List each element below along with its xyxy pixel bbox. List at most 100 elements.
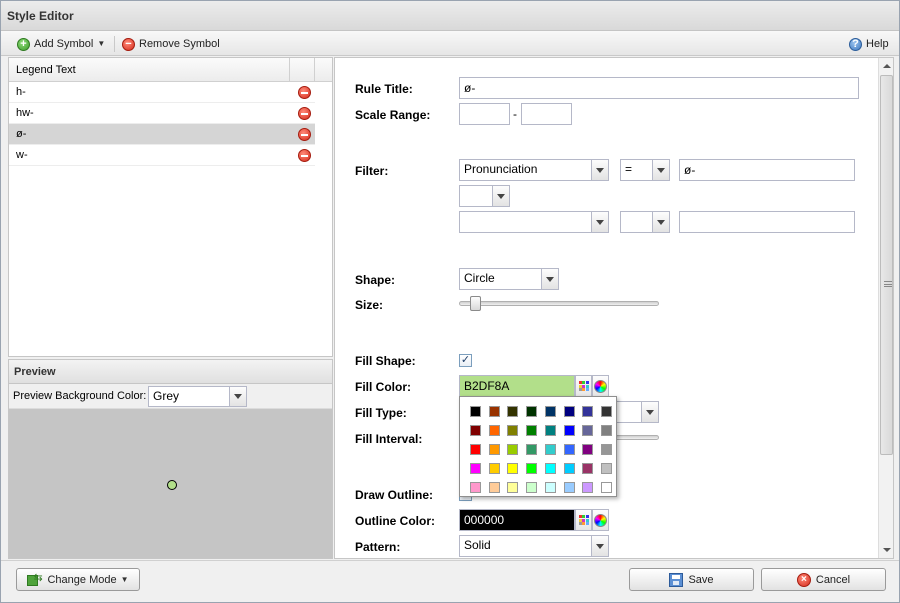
swatch-fill (582, 444, 594, 455)
swatch-fill (469, 425, 481, 436)
color-swatch[interactable] (541, 478, 560, 497)
color-swatch[interactable] (485, 402, 504, 421)
color-swatch[interactable] (597, 459, 616, 478)
color-swatch[interactable] (504, 459, 523, 478)
filter-value-input[interactable]: ø- (679, 159, 855, 181)
color-swatch[interactable] (560, 440, 579, 459)
color-swatch[interactable] (579, 440, 598, 459)
change-mode-button[interactable]: Change Mode ▼ (16, 568, 140, 591)
shape-select[interactable]: Circle (459, 268, 559, 290)
outline-color-wheel-button[interactable] (592, 509, 609, 531)
chevron-down-icon[interactable] (591, 212, 608, 232)
outline-palette-button[interactable] (575, 509, 592, 531)
color-swatch[interactable] (541, 459, 560, 478)
chevron-down-icon[interactable] (641, 402, 658, 422)
chevron-down-icon[interactable] (652, 212, 669, 232)
legend-text-column-header[interactable]: Legend Text (16, 64, 76, 76)
remove-symbol-button[interactable]: − Remove Symbol (122, 34, 220, 54)
color-swatch[interactable] (466, 440, 485, 459)
fill-color-wheel-button[interactable] (592, 375, 609, 397)
chevron-down-icon[interactable] (229, 387, 246, 406)
color-swatch[interactable] (541, 440, 560, 459)
fill-palette-button[interactable] (575, 375, 592, 397)
save-button[interactable]: Save (629, 568, 754, 591)
color-swatch[interactable] (597, 478, 616, 497)
size-slider-track[interactable] (459, 301, 659, 306)
color-swatch[interactable] (504, 421, 523, 440)
size-slider-thumb[interactable] (470, 296, 481, 311)
style-editor-window: Style Editor + Add Symbol ▼ − Remove Sym… (0, 0, 900, 603)
color-swatch[interactable] (504, 402, 523, 421)
chevron-down-icon[interactable] (541, 269, 558, 289)
filter-logic-select[interactable] (459, 185, 510, 207)
color-swatch[interactable] (597, 440, 616, 459)
color-swatch[interactable] (541, 421, 560, 440)
color-swatch[interactable] (522, 459, 541, 478)
color-swatch[interactable] (522, 478, 541, 497)
chevron-down-icon[interactable] (492, 186, 509, 206)
color-swatch[interactable] (522, 421, 541, 440)
filter-field-select[interactable]: Pronunciation (459, 159, 609, 181)
cancel-button[interactable]: × Cancel (761, 568, 886, 591)
color-swatch[interactable] (560, 421, 579, 440)
color-swatch[interactable] (485, 440, 504, 459)
color-swatch[interactable] (579, 478, 598, 497)
chevron-down-icon[interactable] (652, 160, 669, 180)
scroll-down-icon[interactable] (883, 548, 891, 552)
filter2-operator-select[interactable] (620, 211, 670, 233)
delete-row-button[interactable] (298, 128, 311, 141)
filter2-field-select[interactable] (459, 211, 609, 233)
color-swatch[interactable] (597, 421, 616, 440)
outline-color-input[interactable]: 000000 (459, 509, 575, 531)
pattern-select[interactable]: Solid (459, 535, 609, 557)
swatch-fill (544, 463, 556, 474)
color-swatch[interactable] (560, 478, 579, 497)
add-symbol-button[interactable]: + Add Symbol ▼ (17, 34, 105, 54)
delete-row-button[interactable] (298, 86, 311, 99)
rule-title-input[interactable]: ø- (459, 77, 859, 99)
preview-toolbar: Preview Background Color: Grey (9, 384, 332, 409)
color-swatch[interactable] (485, 478, 504, 497)
swatch-fill (507, 444, 519, 455)
scale-max-input[interactable] (521, 103, 572, 125)
legend-row[interactable]: w- (9, 145, 315, 166)
color-swatch[interactable] (466, 459, 485, 478)
color-swatch[interactable] (504, 478, 523, 497)
color-swatch[interactable] (579, 459, 598, 478)
fill-shape-checkbox[interactable]: ✓ (459, 354, 472, 367)
delete-row-button[interactable] (298, 149, 311, 162)
color-swatch[interactable] (504, 440, 523, 459)
scrollbar-thumb[interactable] (880, 75, 893, 455)
color-swatch[interactable] (560, 402, 579, 421)
color-swatch[interactable] (466, 478, 485, 497)
help-button[interactable]: ? Help (849, 34, 889, 54)
filter2-value-input[interactable] (679, 211, 855, 233)
grip-icon (884, 281, 892, 287)
color-swatch[interactable] (485, 459, 504, 478)
legend-row[interactable]: hw- (9, 103, 315, 124)
remove-icon (298, 107, 311, 120)
fill-color-input[interactable]: B2DF8A (459, 375, 575, 397)
color-swatch[interactable] (485, 421, 504, 440)
color-swatch[interactable] (579, 402, 598, 421)
legend-row[interactable]: h- (9, 82, 315, 103)
scroll-up-icon[interactable] (883, 64, 891, 68)
scale-min-input[interactable] (459, 103, 510, 125)
legend-row[interactable]: ø- (9, 124, 315, 145)
color-swatch[interactable] (560, 459, 579, 478)
form-scrollbar[interactable] (878, 58, 893, 558)
chevron-down-icon[interactable] (591, 160, 608, 180)
color-swatch[interactable] (522, 402, 541, 421)
color-swatch[interactable] (597, 402, 616, 421)
color-swatch[interactable] (579, 421, 598, 440)
swatch-fill (469, 406, 481, 417)
color-swatch[interactable] (466, 402, 485, 421)
color-swatch[interactable] (522, 440, 541, 459)
palette-row (466, 402, 616, 421)
chevron-down-icon[interactable] (591, 536, 608, 556)
preview-bg-select[interactable]: Grey (148, 386, 247, 407)
color-swatch[interactable] (466, 421, 485, 440)
filter-operator-select[interactable]: = (620, 159, 670, 181)
color-swatch[interactable] (541, 402, 560, 421)
delete-row-button[interactable] (298, 107, 311, 120)
